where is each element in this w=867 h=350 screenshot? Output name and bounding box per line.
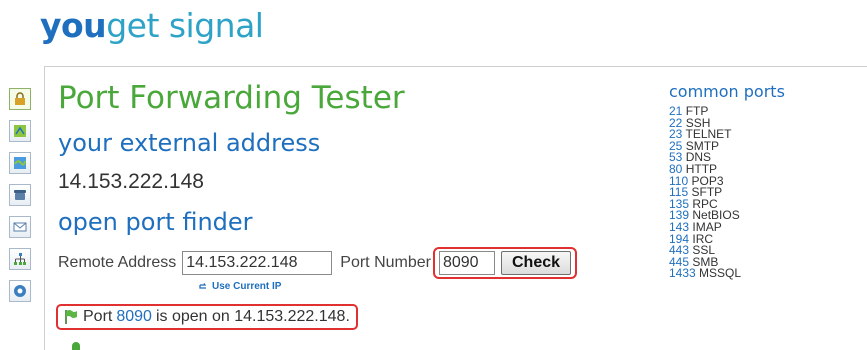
tab-phone-lookup[interactable] xyxy=(9,184,31,206)
common-ports-list: 21 FTP 22 SSH 23 TELNET 25 SMTP 53 DNS 80 HTT… xyxy=(669,105,742,281)
phone-icon xyxy=(14,190,26,200)
common-port-service: MSSQL xyxy=(699,266,742,281)
tab-help[interactable] xyxy=(9,280,31,302)
use-current-ip-link[interactable]: Use Current IP xyxy=(199,281,281,292)
globe-map-icon xyxy=(14,157,26,169)
remote-address-input[interactable] xyxy=(182,251,333,275)
lock-icon xyxy=(15,92,25,105)
remote-address-label: Remote Address xyxy=(58,254,177,271)
tab-location[interactable] xyxy=(9,120,31,142)
port-check-form: Remote Address Port Number Check xyxy=(58,247,578,279)
external-ip-value: 14.153.222.148 xyxy=(58,170,204,193)
content-frame-top xyxy=(44,66,867,67)
tab-port-forwarding[interactable] xyxy=(9,88,31,110)
logo-you: you xyxy=(40,6,107,45)
tab-email[interactable] xyxy=(9,216,31,238)
help-icon xyxy=(14,285,26,297)
refresh-arrow-icon xyxy=(199,282,207,289)
common-ports-heading: common ports xyxy=(669,82,785,101)
port-result-message: Port 8090 is open on 14.153.222.148. xyxy=(56,304,358,330)
content-frame-left xyxy=(44,66,45,350)
use-current-ip-label: Use Current IP xyxy=(212,281,282,292)
network-icon xyxy=(14,253,26,265)
port-check-highlight: Check xyxy=(432,247,578,279)
port-number-input[interactable] xyxy=(438,251,495,275)
site-logo[interactable]: youget signal xyxy=(40,6,264,46)
green-flag-icon xyxy=(65,310,77,324)
cut-off-heading-fragment xyxy=(72,342,80,350)
tab-network[interactable] xyxy=(9,248,31,270)
page-title: Port Forwarding Tester xyxy=(58,80,405,116)
result-port-link[interactable]: 8090 xyxy=(116,308,152,326)
tab-visual-trace[interactable] xyxy=(9,152,31,174)
common-port-item[interactable]: 1433 MSSQL xyxy=(669,266,742,281)
map-icon xyxy=(14,125,26,137)
external-address-heading: your external address xyxy=(58,129,321,157)
result-suffix: is open on 14.153.222.148. xyxy=(155,308,350,325)
result-prefix: Port xyxy=(83,308,113,325)
port-number-label: Port Number xyxy=(340,254,431,271)
mail-icon xyxy=(13,222,27,232)
common-port-number[interactable]: 1433 xyxy=(669,266,696,280)
tool-tab-bar xyxy=(9,88,35,312)
check-button[interactable]: Check xyxy=(500,251,572,275)
open-port-finder-heading: open port finder xyxy=(58,208,253,236)
logo-get-signal: get signal xyxy=(106,6,264,45)
